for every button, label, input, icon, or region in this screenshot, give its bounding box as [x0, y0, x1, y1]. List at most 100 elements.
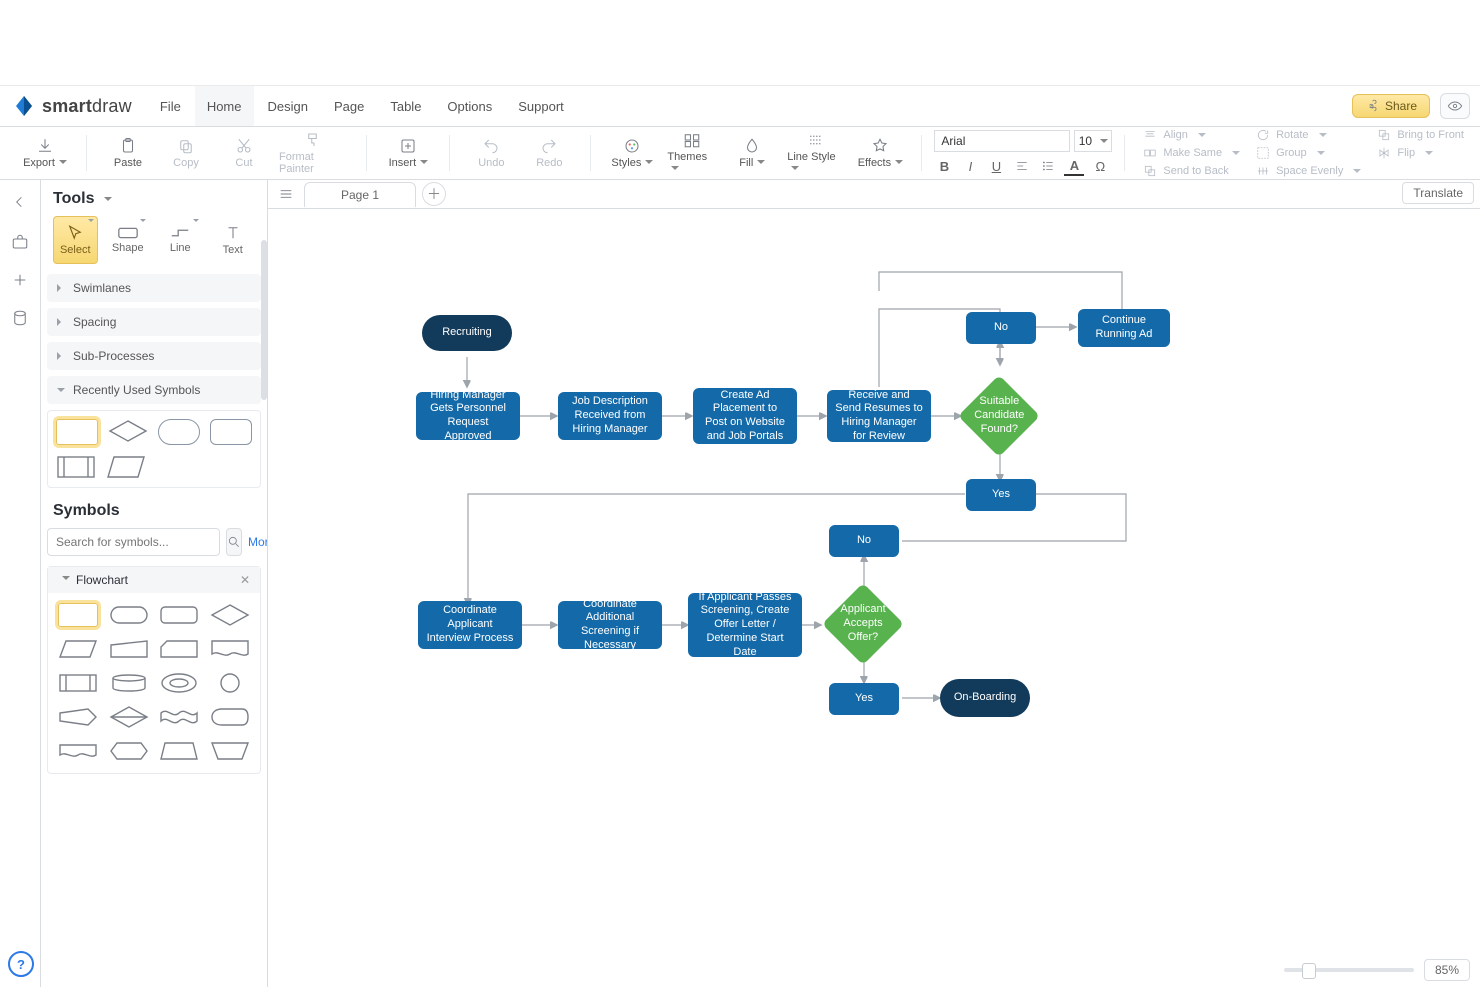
tool-line[interactable]: Line	[158, 216, 203, 264]
rail-briefcase[interactable]	[10, 232, 30, 252]
node-recruiting[interactable]: Recruiting	[422, 315, 512, 351]
bold-button[interactable]: B	[934, 157, 954, 175]
canvas[interactable]: Recruiting Hiring Manager Gets Personnel…	[268, 209, 1480, 987]
recent-subproc[interactable]	[56, 455, 96, 479]
close-library[interactable]: ✕	[240, 573, 250, 587]
tool-select[interactable]: Select	[53, 216, 98, 264]
shape-arrow-rect[interactable]	[58, 705, 98, 729]
node-continue-ad[interactable]: Continue Running Ad	[1078, 309, 1170, 347]
copy-button[interactable]: Copy	[157, 131, 215, 175]
styles-button[interactable]: Styles	[603, 131, 661, 175]
shape-display[interactable]	[210, 705, 250, 729]
node-no2[interactable]: No	[829, 525, 899, 557]
export-button[interactable]: Export	[16, 131, 74, 175]
send-back-button[interactable]: Send to Back	[1143, 164, 1240, 178]
node-job-desc[interactable]: Job Description Received from Hiring Man…	[558, 392, 662, 440]
panel-swimlanes[interactable]: Swimlanes	[47, 274, 261, 302]
add-page[interactable]: ＋	[422, 182, 446, 206]
symbol-search-input[interactable]	[47, 528, 220, 556]
underline-button[interactable]: U	[986, 157, 1006, 175]
node-no1[interactable]: No	[966, 312, 1036, 344]
shape-rounded[interactable]	[159, 603, 199, 627]
shape-hex[interactable]	[109, 739, 149, 763]
linestyle-button[interactable]: Line Style	[781, 131, 851, 175]
make-same-button[interactable]: Make Same	[1143, 146, 1240, 160]
fill-button[interactable]: Fill	[723, 131, 781, 175]
node-hiring-mgr[interactable]: Hiring Manager Gets Personnel Request Ap…	[416, 392, 520, 440]
font-name-input[interactable]	[934, 130, 1070, 152]
recent-terminal[interactable]	[158, 419, 200, 445]
shape-trap1[interactable]	[159, 739, 199, 763]
bullets-button[interactable]	[1038, 157, 1058, 175]
share-button[interactable]: Share	[1352, 94, 1430, 118]
menu-file[interactable]: File	[148, 86, 193, 126]
shape-disk[interactable]	[159, 671, 199, 695]
shape-card[interactable]	[159, 637, 199, 661]
shape-diamond[interactable]	[210, 603, 250, 627]
panel-recent[interactable]: Recently Used Symbols	[47, 376, 261, 404]
recent-rect[interactable]	[56, 419, 98, 445]
menu-options[interactable]: Options	[435, 86, 504, 126]
symbol-button[interactable]: Ω	[1090, 157, 1110, 175]
shape-trap2[interactable]	[210, 739, 250, 763]
rail-db[interactable]	[10, 308, 30, 328]
space-evenly-button[interactable]: Space Evenly	[1256, 164, 1361, 178]
recent-para[interactable]	[106, 455, 146, 479]
undo-button[interactable]: Undo	[462, 131, 520, 175]
translate-button[interactable]: Translate	[1402, 182, 1474, 204]
shape-wave[interactable]	[58, 739, 98, 763]
italic-button[interactable]: I	[960, 157, 980, 175]
recent-rounded[interactable]	[210, 419, 252, 445]
shape-para[interactable]	[58, 637, 98, 661]
help-button[interactable]: ?	[8, 951, 34, 977]
themes-button[interactable]: Themes	[661, 131, 723, 175]
text-color-button[interactable]: A	[1064, 156, 1084, 176]
sidebar-scrollbar[interactable]	[261, 180, 267, 664]
shape-sort[interactable]	[109, 705, 149, 729]
rail-add[interactable]	[10, 270, 30, 290]
format-painter-button[interactable]: Format Painter	[273, 131, 354, 175]
pages-menu[interactable]	[274, 182, 298, 206]
menu-support[interactable]: Support	[506, 86, 576, 126]
page-tab-1[interactable]: Page 1	[304, 182, 416, 207]
shape-circle[interactable]	[210, 671, 250, 695]
menu-design[interactable]: Design	[256, 86, 320, 126]
effects-button[interactable]: Effects	[851, 131, 909, 175]
node-yes1[interactable]: Yes	[966, 479, 1036, 511]
node-screen[interactable]: Coordinate Additional Screening if Neces…	[558, 601, 662, 649]
flip-button[interactable]: Flip	[1377, 146, 1464, 160]
shape-tape[interactable]	[159, 705, 199, 729]
node-onboarding[interactable]: On-Boarding	[940, 679, 1030, 717]
shape-subproc[interactable]	[58, 671, 98, 695]
shape-db[interactable]	[109, 671, 149, 695]
symbol-search-button[interactable]	[226, 528, 242, 556]
menu-home[interactable]: Home	[195, 86, 254, 126]
align-text-button[interactable]	[1012, 157, 1032, 175]
panel-spacing[interactable]: Spacing	[47, 308, 261, 336]
tool-shape[interactable]: Shape	[106, 216, 151, 264]
menu-page[interactable]: Page	[322, 86, 376, 126]
paste-button[interactable]: Paste	[99, 131, 157, 175]
menu-table[interactable]: Table	[378, 86, 433, 126]
node-interview[interactable]: Coordinate Applicant Interview Process	[418, 601, 522, 649]
node-receive-send[interactable]: Receive and Send Resumes to Hiring Manag…	[827, 390, 931, 442]
tool-text[interactable]: Text	[211, 216, 256, 264]
shape-terminal[interactable]	[109, 603, 149, 627]
node-if-pass[interactable]: If Applicant Passes Screening, Create Of…	[688, 593, 802, 657]
align-button[interactable]: Align	[1143, 128, 1240, 142]
redo-button[interactable]: Redo	[520, 131, 578, 175]
back-button[interactable]	[8, 190, 32, 214]
rotate-button[interactable]: Rotate	[1256, 128, 1361, 142]
font-size-select[interactable]: 10	[1074, 130, 1112, 152]
shape-doc[interactable]	[210, 637, 250, 661]
zoom-value[interactable]: 85%	[1424, 959, 1470, 981]
cut-button[interactable]: Cut	[215, 131, 273, 175]
insert-button[interactable]: Insert	[379, 131, 437, 175]
node-yes2[interactable]: Yes	[829, 683, 899, 715]
bring-front-button[interactable]: Bring to Front	[1377, 128, 1464, 142]
panel-subprocesses[interactable]: Sub-Processes	[47, 342, 261, 370]
group-button[interactable]: Group	[1256, 146, 1361, 160]
zoom-slider[interactable]	[1284, 968, 1414, 972]
preview-button[interactable]	[1440, 93, 1470, 119]
node-create-ad[interactable]: Create Ad Placement to Post on Website a…	[693, 388, 797, 444]
